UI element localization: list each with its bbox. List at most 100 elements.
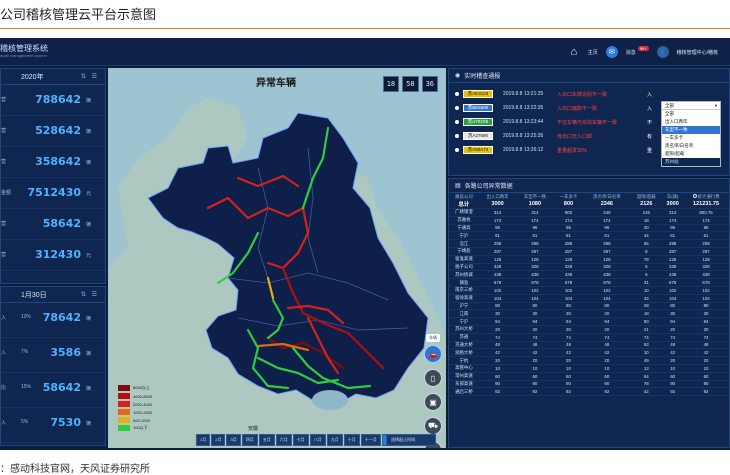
alarm-panel: ◉ 实时稽查通报 苏AE3123 2019.8.8 13:21:25 入出口车牌识别… xyxy=(448,68,730,176)
day-panel: 1月30日 ⇅ ☰ 入 10% 78642 辆入 7% 3586 辆比 15% 58642 辆入 5… xyxy=(0,286,106,446)
table-row[interactable]: 京通大桥 48 48 48 48 53 48 48 xyxy=(449,341,729,350)
map-view[interactable]: 安徽 异常车辆 18 58 36 8000以上 4000-8000 2000-400… xyxy=(108,68,446,448)
top-bar: 稽核管理系统 audit management system ⌂ 主页 ✉ 消息… xyxy=(0,38,730,66)
month-tab[interactable]: 八月 xyxy=(309,434,326,446)
table-row[interactable]: 宁通高 96 96 96 96 20 96 96 xyxy=(449,224,729,233)
table-row[interactable]: 润扬大桥 42 42 42 42 10 42 42 xyxy=(449,348,729,358)
table-cell: 30 xyxy=(583,309,631,319)
table-cell: 10 xyxy=(683,364,729,373)
dropdown-selected[interactable]: 全部 ▾ xyxy=(662,102,720,110)
table-cell: 96 xyxy=(516,224,554,233)
nav-news-label[interactable]: 消息 xyxy=(626,49,636,56)
table-row[interactable]: 常州高速 60 60 60 60 54 60 60 xyxy=(449,372,729,381)
truck-icon[interactable]: ⛟ xyxy=(424,417,442,435)
figure-title: 公司稽核管理云平台示意图 xyxy=(0,8,157,23)
month-tab[interactable]: 六月 xyxy=(275,434,292,446)
table-row[interactable]: 高管中心 10 10 10 10 13 10 10 xyxy=(449,364,729,373)
table-cell: 298 xyxy=(516,239,554,248)
table-cell: 678 xyxy=(478,278,517,287)
nav-home-label[interactable]: 主页 xyxy=(588,49,598,56)
table-row[interactable]: 广靖锡澄 314 314 900 245 126 314 800.75 xyxy=(449,208,729,217)
time-range-input[interactable]: 选择起止时间 xyxy=(386,434,436,446)
month-tab[interactable]: 九月 xyxy=(326,434,343,446)
table-row[interactable]: 宁靖盐 287 287 287 287 8 287 287 xyxy=(449,247,729,256)
table-cell: 128 xyxy=(662,255,684,264)
bus-icon[interactable]: ▣ xyxy=(424,393,442,411)
table-row[interactable]: 苏嘉杭 174 174 174 174 18 174 174 xyxy=(449,216,729,225)
table-row[interactable]: 宁沪 94 94 94 94 80 94 94 xyxy=(449,317,729,326)
stat-value: 7512430 xyxy=(27,186,81,199)
table-row[interactable]: 宿徐高速 104 104 104 104 43 104 104 xyxy=(449,294,729,303)
table-row[interactable]: 扬子公司 328 328 328 328 5 328 328 xyxy=(449,263,729,272)
table-cell: 48 xyxy=(683,341,729,350)
legend-swatch xyxy=(118,401,130,407)
table-cell: 京通大桥 xyxy=(449,341,479,350)
table-cell: 287 xyxy=(516,247,554,256)
document-icon[interactable]: ▯ xyxy=(424,369,442,387)
table-row[interactable]: 宁杭 20 20 20 20 49 20 20 xyxy=(449,356,729,365)
table-cell: 104 xyxy=(683,294,729,303)
dropdown-option[interactable]: 车型不一致 xyxy=(662,126,720,134)
table-row[interactable]: 苏州绕城 438 438 438 438 6 438 438 xyxy=(449,270,729,280)
alarm-row[interactable]: 苏AE3123 2019.8.8 13:21:25 入出口车牌识别不一致 入 xyxy=(449,87,729,101)
table-cell: 174 xyxy=(662,216,684,225)
table-row[interactable]: 宁沪 61 61 61 61 44 61 61 xyxy=(449,231,729,241)
month-tab[interactable]: 3月 xyxy=(226,434,241,446)
table-row[interactable]: 通启三桥 92 92 92 92 42 92 92 xyxy=(449,387,729,397)
stat-row: 营 312430 元 xyxy=(1,240,105,271)
table-cell: 102 xyxy=(478,286,517,295)
alarm-time: 2019.8.8 13:23:44 xyxy=(503,119,544,125)
message-icon[interactable]: ✉ xyxy=(605,46,618,58)
table-cell: 3000 xyxy=(662,200,684,209)
month-tab[interactable]: 1月 xyxy=(196,434,211,446)
legend-label: 8000以上 xyxy=(133,385,150,390)
table-cell: 678 xyxy=(583,278,631,287)
table-row[interactable]: 镇淮 678 678 678 678 31 678 678 xyxy=(449,278,729,287)
dropdown-option[interactable]: 超限/超载 xyxy=(662,150,720,158)
table-row[interactable]: 东部高速 90 90 90 90 78 90 90 xyxy=(449,380,729,389)
table-cell: 80 xyxy=(662,302,684,311)
dropdown-option[interactable]: 一车多卡 xyxy=(662,134,720,142)
table-row[interactable]: 沪宁 80 80 80 80 28 80 80 xyxy=(449,302,729,311)
table-cell: 3000 xyxy=(478,200,517,209)
month-tab[interactable]: 七月 xyxy=(292,434,309,446)
stat-label: 营 xyxy=(1,221,7,227)
home-icon[interactable]: ⌂ xyxy=(568,46,580,58)
panel-tools-icon[interactable]: ⇅ ☰ xyxy=(81,291,99,298)
table-cell: 74 xyxy=(683,333,729,342)
table-cell: 20 xyxy=(583,356,631,365)
table-row[interactable]: 江南 30 30 30 30 18 30 30 xyxy=(449,309,729,319)
car-icon[interactable]: 🚗 xyxy=(424,345,442,363)
table-row[interactable]: 苏州大桥 20 20 20 20 21 20 20 xyxy=(449,325,729,334)
dropdown-option[interactable]: 黑名单/白名单 xyxy=(662,142,720,150)
month-tab[interactable]: 十月 xyxy=(343,434,360,446)
chart-icon: ▤ xyxy=(455,183,461,189)
alarm-filter-dropdown[interactable]: 全部 ▾ 全部 出入口两年 车型不一致 一车多卡 黑名单/白名单 超限/超载 苏州站 xyxy=(661,101,721,167)
bell-icon: ◉ xyxy=(455,73,461,79)
user-icon[interactable]: 👤 xyxy=(656,46,669,58)
table-row[interactable]: 南京三桥 102 102 102 102 10 102 102 xyxy=(449,286,729,295)
clock-minutes: 58 xyxy=(402,76,419,92)
month-tab[interactable]: 五月 xyxy=(258,434,275,446)
province-map[interactable]: 安徽 xyxy=(108,68,446,448)
month-tab[interactable]: 十一月 xyxy=(360,434,381,446)
table-cell: 48 xyxy=(478,341,517,350)
month-tab[interactable]: 2月 xyxy=(211,434,226,446)
table-row[interactable]: 宿淮高速 128 128 128 128 78 128 128 xyxy=(449,255,729,264)
table-cell: 苏通 xyxy=(449,333,479,342)
stat-percent: 10% xyxy=(21,314,32,320)
table-cell: 42 xyxy=(662,348,684,358)
month-tab[interactable]: 四月 xyxy=(241,434,258,446)
panel-tools-icon[interactable]: ⇅ ☰ xyxy=(81,73,99,80)
dropdown-option[interactable]: 全部 xyxy=(662,110,720,118)
dropdown-option[interactable]: 出入口两年 xyxy=(662,118,720,126)
radio-icon[interactable] xyxy=(692,194,697,199)
table-cell: 通启三桥 xyxy=(449,387,479,397)
legend-label: 2000-4000 xyxy=(133,401,153,407)
table-row[interactable]: 苏通 74 74 74 74 74 74 74 xyxy=(449,333,729,342)
alarm-extra: 有 xyxy=(647,133,653,140)
table-cell: 20 xyxy=(683,356,729,365)
nav-user-label[interactable]: 稽核管理中心/稽核 xyxy=(677,49,718,56)
table-cell: 30 xyxy=(516,309,554,319)
table-row[interactable]: 沿江 298 298 298 298 56 298 298 xyxy=(449,239,729,248)
